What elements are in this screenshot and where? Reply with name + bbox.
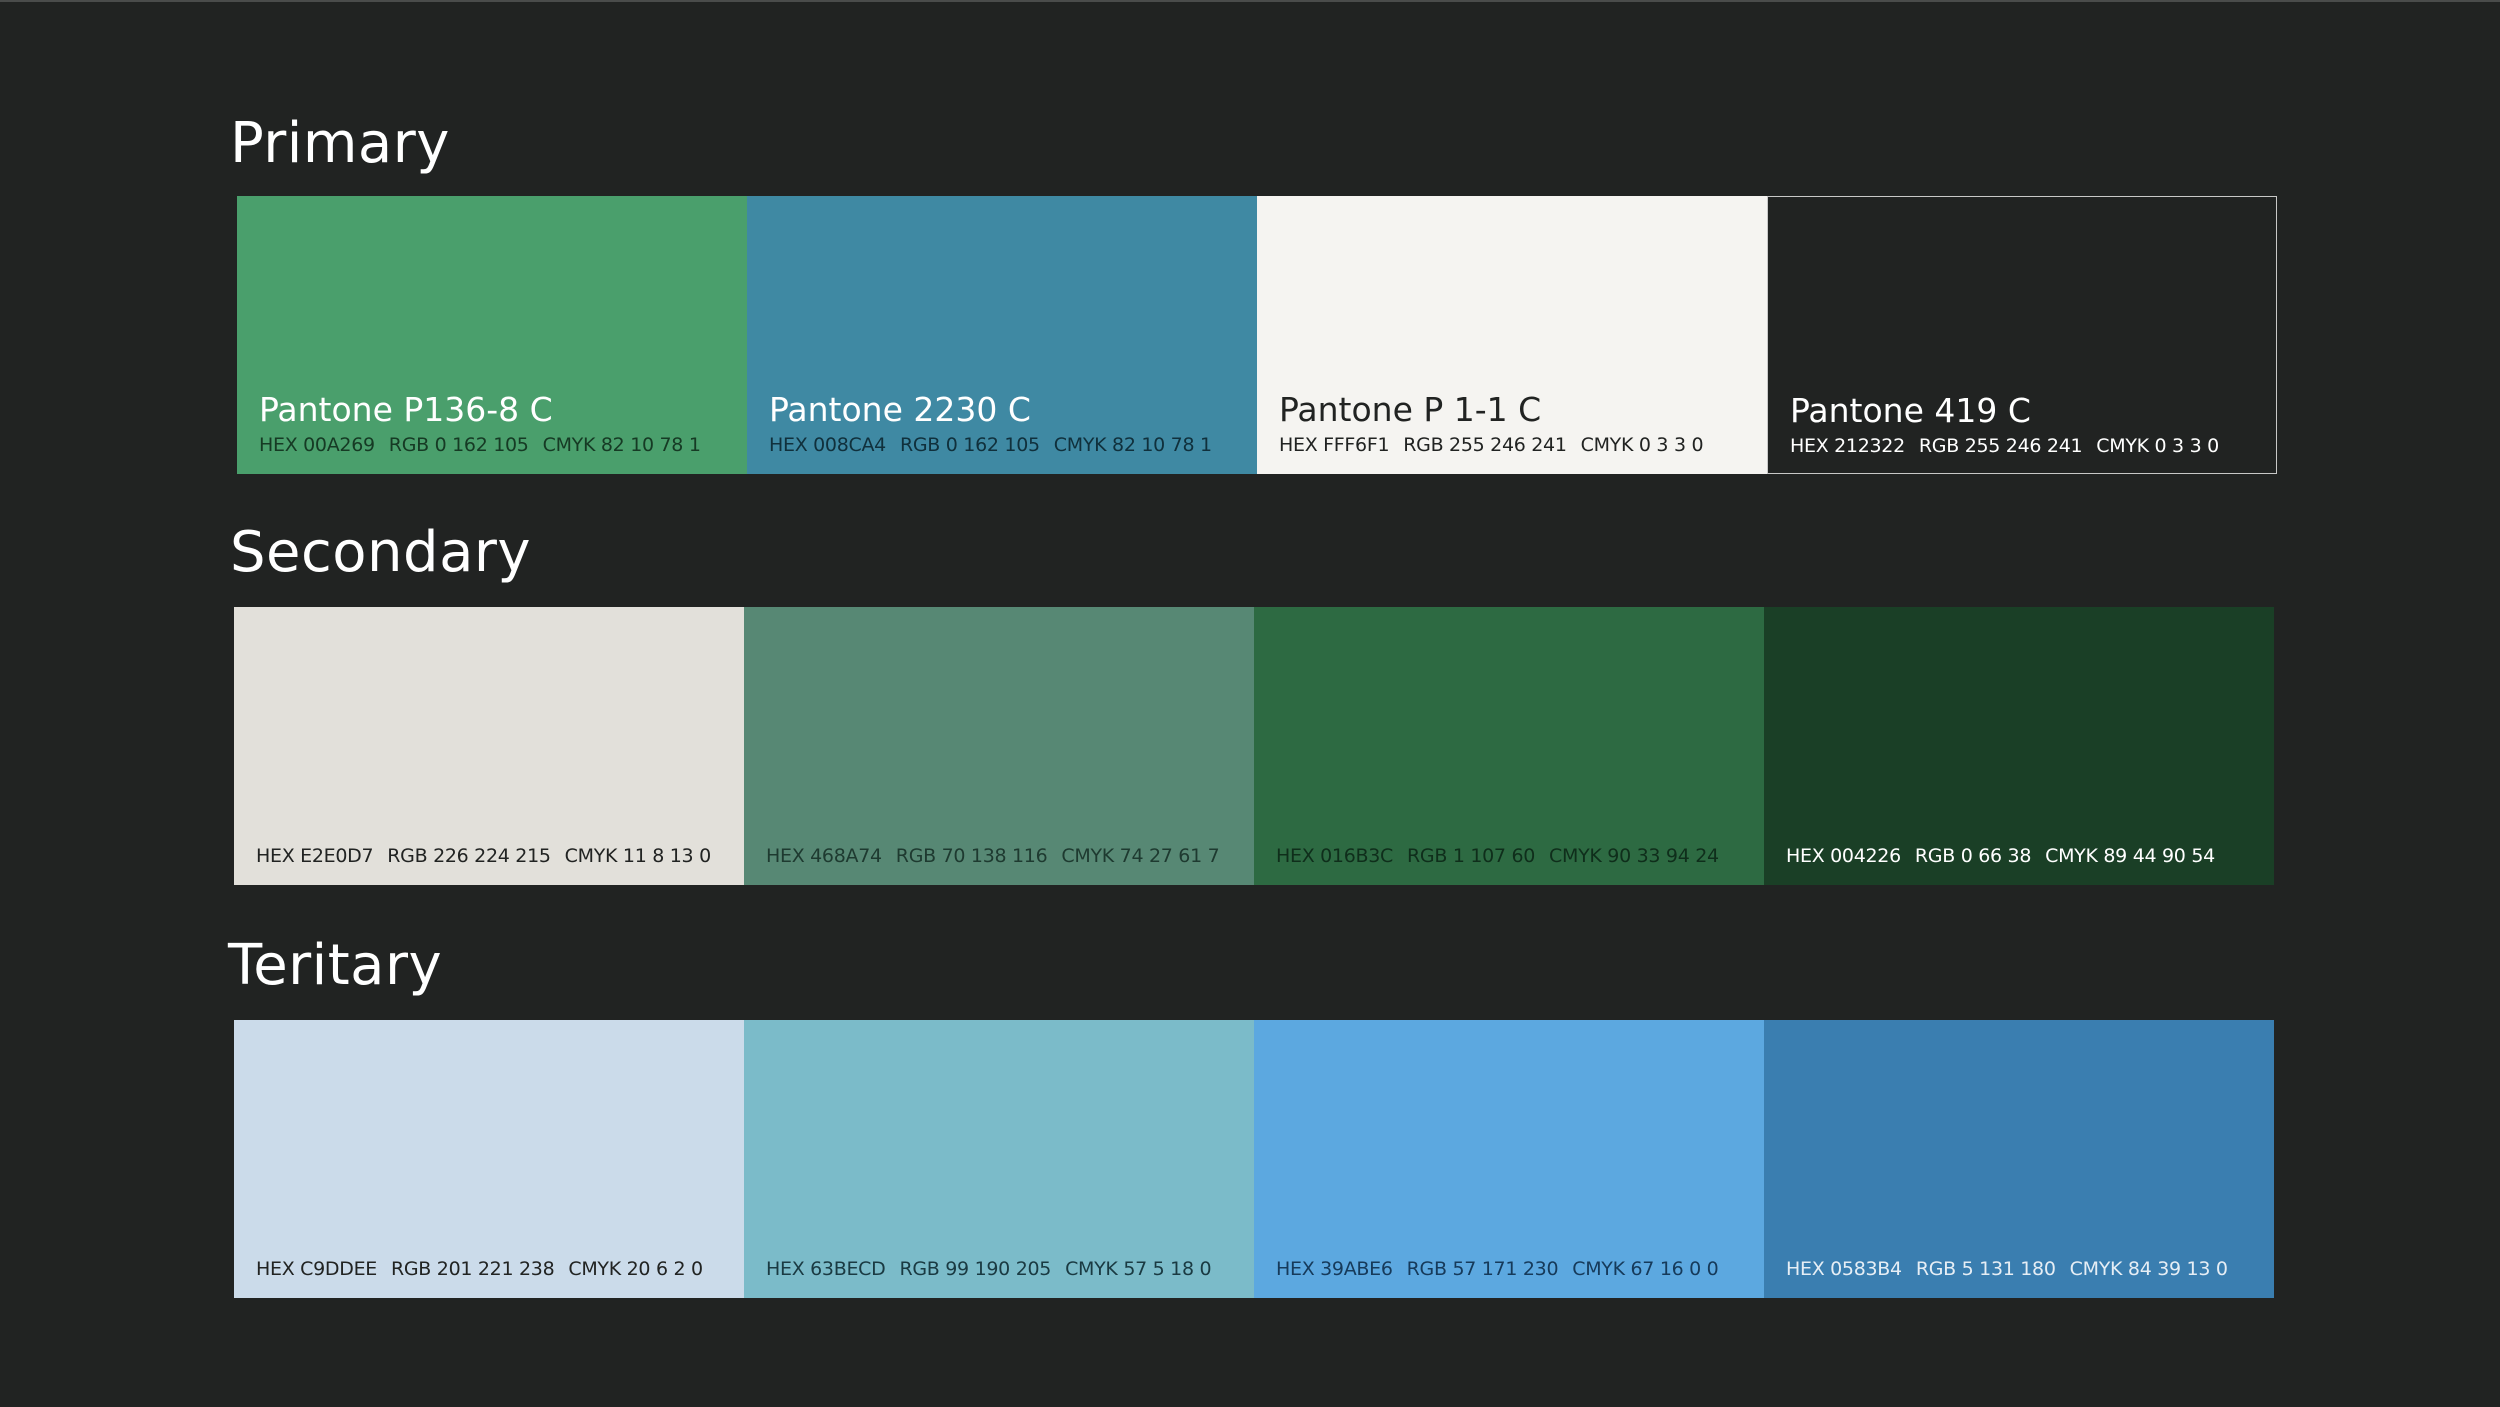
swatch-cmyk: CMYK 84 39 13 0	[2069, 1258, 2228, 1280]
swatch-rgb: RGB 226 224 215	[387, 845, 551, 867]
secondary-swatch-1: HEX E2E0D7 RGB 226 224 215 CMYK 11 8 13 0	[234, 607, 744, 885]
swatch-hex: HEX E2E0D7	[256, 845, 374, 867]
swatch-cmyk: CMYK 0 3 3 0	[2096, 435, 2219, 457]
swatch-hex: HEX 004226	[1786, 845, 1901, 867]
swatch-hex: HEX 63BECD	[766, 1258, 886, 1280]
teritary-section-title: Teritary	[228, 933, 443, 998]
swatch-cmyk: CMYK 90 33 94 24	[1549, 845, 1719, 867]
teritary-swatch-4: HEX 0583B4 RGB 5 131 180 CMYK 84 39 13 0	[1764, 1020, 2274, 1298]
swatch-color-specs: HEX C9DDEE RGB 201 221 238 CMYK 20 6 2 0	[256, 1257, 703, 1281]
primary-swatch-1: Pantone P136-8 C HEX 00A269 RGB 0 162 105…	[237, 196, 747, 474]
swatch-pantone-name: Pantone 419 C	[1790, 391, 2031, 430]
swatch-pantone-name: Pantone 2230 C	[769, 390, 1031, 429]
swatch-rgb: RGB 0 66 38	[1914, 845, 2032, 867]
swatch-rgb: RGB 99 190 205	[899, 1258, 1052, 1280]
swatch-cmyk: CMYK 20 6 2 0	[568, 1258, 703, 1280]
primary-section-title: Primary	[230, 111, 450, 176]
swatch-rgb: RGB 1 107 60	[1407, 845, 1536, 867]
swatch-color-specs: HEX 0583B4 RGB 5 131 180 CMYK 84 39 13 0	[1786, 1257, 2228, 1281]
swatch-rgb: RGB 0 162 105	[899, 434, 1040, 456]
swatch-color-specs: HEX 212322 RGB 255 246 241 CMYK 0 3 3 0	[1790, 434, 2219, 458]
swatch-rgb: RGB 70 138 116	[895, 845, 1048, 867]
swatch-color-specs: HEX 468A74 RGB 70 138 116 CMYK 74 27 61 7	[766, 844, 1220, 868]
swatch-hex: HEX 212322	[1790, 435, 1905, 457]
swatch-color-specs: HEX FFF6F1 RGB 255 246 241 CMYK 0 3 3 0	[1279, 433, 1704, 457]
swatch-color-specs: HEX 008CA4 RGB 0 162 105 CMYK 82 10 78 1	[769, 433, 1212, 457]
swatch-cmyk: CMYK 57 5 18 0	[1065, 1258, 1212, 1280]
swatch-cmyk: CMYK 82 10 78 1	[542, 434, 701, 456]
top-divider	[0, 0, 2500, 2]
primary-swatch-4: Pantone 419 C HEX 212322 RGB 255 246 241 C…	[1767, 196, 2277, 474]
secondary-swatch-4: HEX 004226 RGB 0 66 38 CMYK 89 44 90 54	[1764, 607, 2274, 885]
swatch-color-specs: HEX 63BECD RGB 99 190 205 CMYK 57 5 18 0	[766, 1257, 1212, 1281]
swatch-hex: HEX 008CA4	[769, 434, 886, 456]
swatch-color-specs: HEX 00A269 RGB 0 162 105 CMYK 82 10 78 1	[259, 433, 701, 457]
secondary-swatch-3: HEX 016B3C RGB 1 107 60 CMYK 90 33 94 24	[1254, 607, 1764, 885]
swatch-rgb: RGB 255 246 241	[1918, 435, 2083, 457]
swatch-pantone-name: Pantone P 1-1 C	[1279, 390, 1542, 429]
secondary-section-title: Secondary	[230, 520, 532, 585]
swatch-cmyk: CMYK 0 3 3 0	[1580, 434, 1704, 456]
swatch-pantone-name: Pantone P136-8 C	[259, 390, 553, 429]
teritary-swatch-2: HEX 63BECD RGB 99 190 205 CMYK 57 5 18 0	[744, 1020, 1254, 1298]
swatch-hex: HEX 016B3C	[1276, 845, 1394, 867]
swatch-hex: HEX 468A74	[766, 845, 882, 867]
swatch-cmyk: CMYK 67 16 0 0	[1572, 1258, 1719, 1280]
swatch-rgb: RGB 0 162 105	[388, 434, 529, 456]
swatch-cmyk: CMYK 74 27 61 7	[1061, 845, 1220, 867]
swatch-cmyk: CMYK 11 8 13 0	[564, 845, 712, 867]
teritary-swatch-row: HEX C9DDEE RGB 201 221 238 CMYK 20 6 2 0 H…	[234, 1020, 2274, 1298]
swatch-rgb: RGB 255 246 241	[1403, 434, 1567, 456]
secondary-swatch-row: HEX E2E0D7 RGB 226 224 215 CMYK 11 8 13 0 …	[234, 607, 2274, 885]
primary-swatch-2: Pantone 2230 C HEX 008CA4 RGB 0 162 105 CM…	[747, 196, 1257, 474]
swatch-cmyk: CMYK 82 10 78 1	[1053, 434, 1212, 456]
swatch-hex: HEX 00A269	[259, 434, 375, 456]
swatch-hex: HEX C9DDEE	[256, 1258, 377, 1280]
swatch-rgb: RGB 57 171 230	[1406, 1258, 1559, 1280]
swatch-hex: HEX 0583B4	[1786, 1258, 1902, 1280]
swatch-color-specs: HEX E2E0D7 RGB 226 224 215 CMYK 11 8 13 0	[256, 844, 711, 868]
swatch-color-specs: HEX 004226 RGB 0 66 38 CMYK 89 44 90 54	[1786, 844, 2215, 868]
swatch-color-specs: HEX 39ABE6 RGB 57 171 230 CMYK 67 16 0 0	[1276, 1257, 1719, 1281]
swatch-hex: HEX FFF6F1	[1279, 434, 1390, 456]
teritary-swatch-3: HEX 39ABE6 RGB 57 171 230 CMYK 67 16 0 0	[1254, 1020, 1764, 1298]
swatch-rgb: RGB 5 131 180	[1915, 1258, 2056, 1280]
primary-swatch-3: Pantone P 1-1 C HEX FFF6F1 RGB 255 246 24…	[1257, 196, 1767, 474]
secondary-swatch-2: HEX 468A74 RGB 70 138 116 CMYK 74 27 61 7	[744, 607, 1254, 885]
swatch-color-specs: HEX 016B3C RGB 1 107 60 CMYK 90 33 94 24	[1276, 844, 1719, 868]
teritary-swatch-1: HEX C9DDEE RGB 201 221 238 CMYK 20 6 2 0	[234, 1020, 744, 1298]
primary-swatch-row: Pantone P136-8 C HEX 00A269 RGB 0 162 105…	[237, 196, 2277, 474]
swatch-rgb: RGB 201 221 238	[390, 1258, 555, 1280]
swatch-cmyk: CMYK 89 44 90 54	[2045, 845, 2215, 867]
swatch-hex: HEX 39ABE6	[1276, 1258, 1393, 1280]
